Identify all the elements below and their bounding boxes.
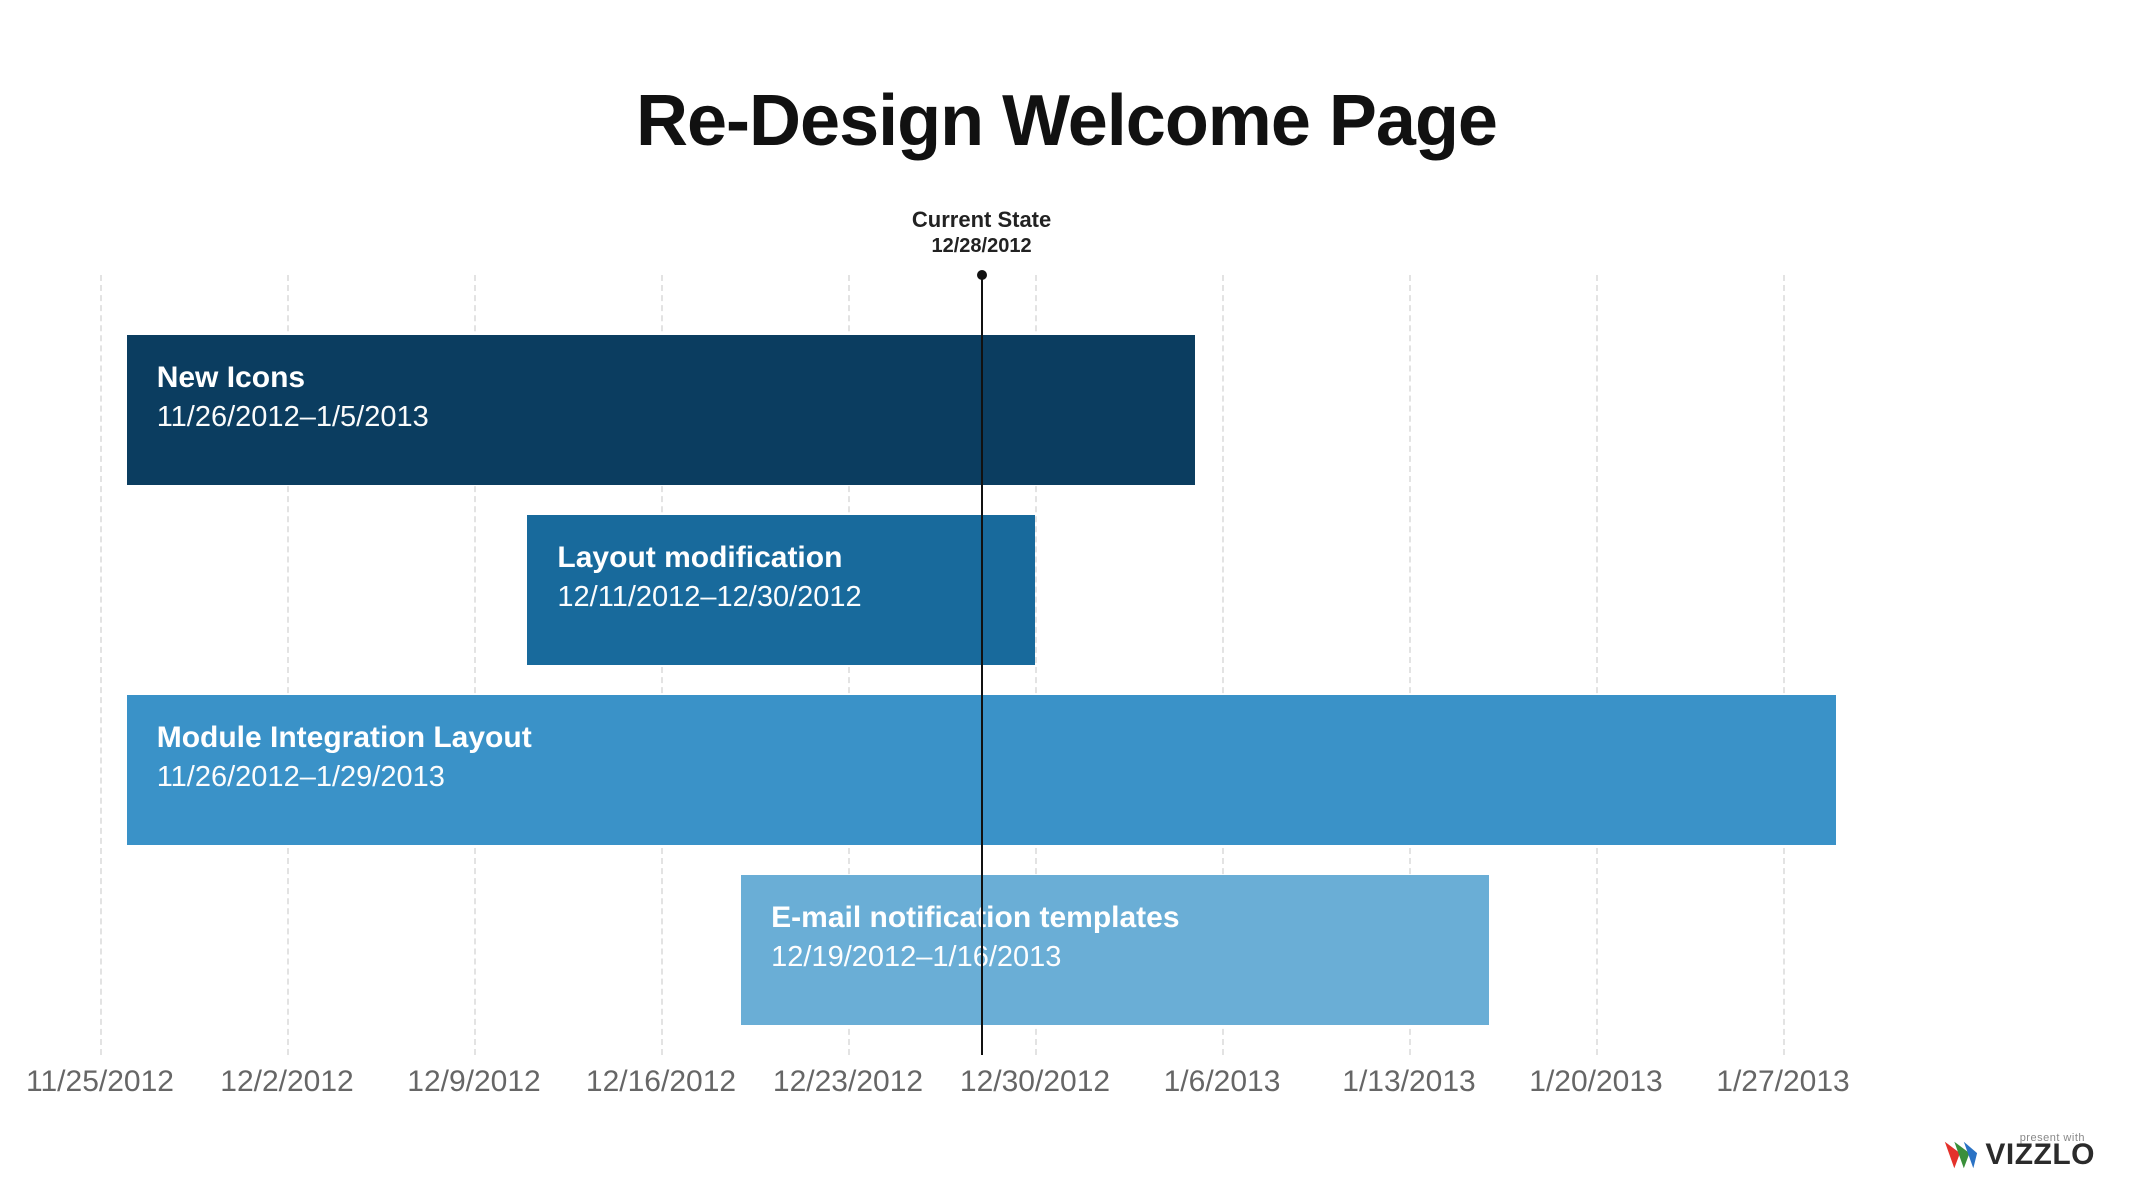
grid-line bbox=[1596, 275, 1598, 1055]
task-name: New Icons bbox=[157, 361, 1166, 395]
gantt-bar: E-mail notification templates 12/19/2012–… bbox=[741, 875, 1489, 1025]
axis-tick-label: 1/6/2013 bbox=[1122, 1065, 1322, 1099]
axis-tick-label: 11/25/2012 bbox=[0, 1065, 200, 1099]
logo-icon bbox=[1941, 1136, 1979, 1174]
task-name: Layout modification bbox=[557, 541, 1005, 575]
gantt-bar: Layout modification 12/11/2012–12/30/2012 bbox=[527, 515, 1035, 665]
grid-line bbox=[100, 275, 102, 1055]
axis-tick-label: 12/2/2012 bbox=[187, 1065, 387, 1099]
gantt-chart: 11/25/201212/2/201212/9/201212/16/201212… bbox=[100, 275, 1970, 1105]
grid-line bbox=[1783, 275, 1785, 1055]
task-name: E-mail notification templates bbox=[771, 901, 1459, 935]
task-range: 12/11/2012–12/30/2012 bbox=[557, 581, 1005, 614]
gantt-bar: New Icons 11/26/2012–1/5/2013 bbox=[127, 335, 1196, 485]
current-state-line bbox=[981, 275, 983, 1055]
axis-tick-label: 12/16/2012 bbox=[561, 1065, 761, 1099]
axis-tick-label: 1/20/2013 bbox=[1496, 1065, 1696, 1099]
axis-tick-label: 12/9/2012 bbox=[374, 1065, 574, 1099]
axis-tick-label: 12/30/2012 bbox=[935, 1065, 1135, 1099]
current-state-label: Current State12/28/2012 bbox=[912, 207, 1051, 258]
chart-title: Re-Design Welcome Page bbox=[0, 80, 2133, 162]
brand-name: VIZZLO bbox=[1985, 1138, 2095, 1172]
axis-tick-label: 12/23/2012 bbox=[748, 1065, 948, 1099]
axis-tick-label: 1/27/2013 bbox=[1683, 1065, 1883, 1099]
brand-logo: VIZZLO bbox=[1941, 1136, 2095, 1174]
task-range: 11/26/2012–1/5/2013 bbox=[157, 401, 1166, 434]
task-range: 12/19/2012–1/16/2013 bbox=[771, 941, 1459, 974]
axis-tick-label: 1/13/2013 bbox=[1309, 1065, 1509, 1099]
